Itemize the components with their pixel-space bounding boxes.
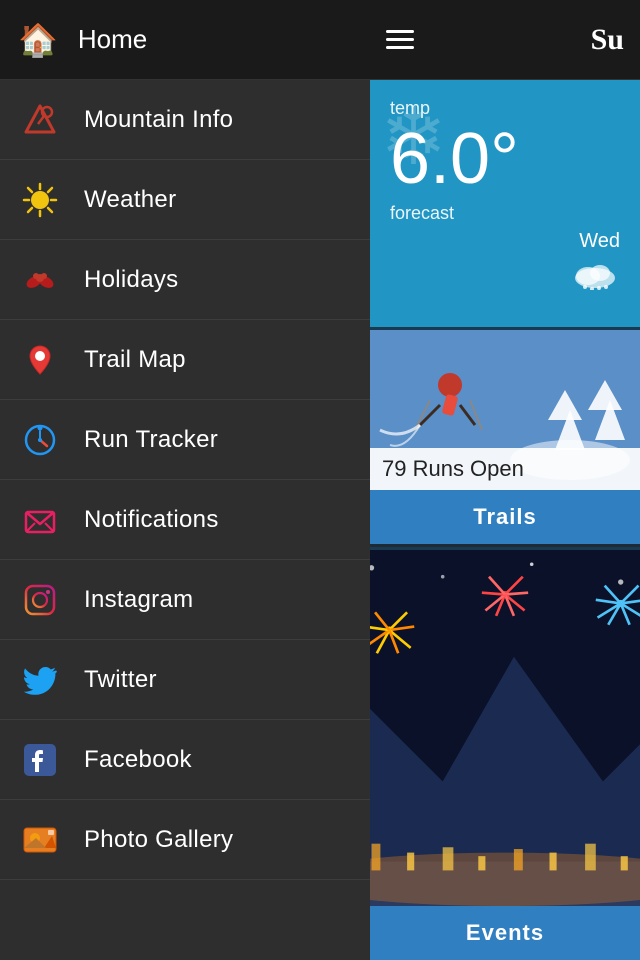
forecast-day: Wed <box>390 230 620 253</box>
sidebar-item-instagram[interactable]: Instagram <box>0 560 370 640</box>
events-button[interactable]: Events <box>370 906 640 960</box>
home-icon: 🏠 <box>18 21 58 59</box>
main-content: Mountain Info Weather <box>0 80 640 960</box>
sidebar-item-facebook[interactable]: Facebook <box>0 720 370 800</box>
photo-gallery-icon <box>18 818 62 862</box>
sidebar-label-run-tracker: Run Tracker <box>84 426 218 454</box>
sidebar-label-notifications: Notifications <box>84 506 219 534</box>
trails-scene-image: 79 Runs Open <box>370 330 640 490</box>
sidebar-item-mountain-info[interactable]: Mountain Info <box>0 80 370 160</box>
holidays-icon <box>18 258 62 302</box>
temp-value: 6.0° <box>390 123 620 195</box>
trail-map-icon <box>18 338 62 382</box>
trails-button[interactable]: Trails <box>370 490 640 544</box>
sidebar-label-weather: Weather <box>84 186 176 214</box>
run-tracker-icon <box>18 418 62 462</box>
instagram-icon <box>18 578 62 622</box>
trails-button-label: Trails <box>473 504 536 530</box>
sidebar-label-mountain-info: Mountain Info <box>84 106 233 134</box>
sidebar-item-twitter[interactable]: Twitter <box>0 640 370 720</box>
weather-card: ❄ temp 6.0° forecast Wed <box>370 80 640 330</box>
sidebar-item-notifications[interactable]: Notifications <box>0 480 370 560</box>
sidebar-label-holidays: Holidays <box>84 266 178 294</box>
cloud-icon <box>390 257 620 299</box>
forecast-label: forecast <box>390 203 620 224</box>
brand-logo: Su <box>591 23 624 57</box>
events-scene-image <box>370 550 640 906</box>
sidebar-label-instagram: Instagram <box>84 586 193 614</box>
events-button-label: Events <box>466 920 544 946</box>
sidebar-label-twitter: Twitter <box>84 666 157 694</box>
sidebar-item-run-tracker[interactable]: Run Tracker <box>0 400 370 480</box>
header-home-area: 🏠 Home <box>0 21 370 59</box>
events-card: Events <box>370 550 640 960</box>
sidebar-item-trail-map[interactable]: Trail Map <box>0 320 370 400</box>
facebook-icon <box>18 738 62 782</box>
notifications-icon <box>18 498 62 542</box>
weather-icon <box>18 178 62 222</box>
twitter-icon <box>18 658 62 702</box>
header: 🏠 Home Su <box>0 0 640 80</box>
sidebar-item-weather[interactable]: Weather <box>0 160 370 240</box>
home-label: Home <box>78 24 147 55</box>
right-panel: ❄ temp 6.0° forecast Wed <box>370 80 640 960</box>
header-right: Su <box>370 23 640 57</box>
sidebar-item-holidays[interactable]: Holidays <box>0 240 370 320</box>
sidebar-nav: Mountain Info Weather <box>0 80 370 960</box>
sidebar-label-photo-gallery: Photo Gallery <box>84 826 233 854</box>
temp-label: temp <box>390 98 620 119</box>
sidebar-label-facebook: Facebook <box>84 746 192 774</box>
hamburger-menu-icon[interactable] <box>386 30 414 49</box>
mountain-info-icon <box>18 98 62 142</box>
sidebar-item-photo-gallery[interactable]: Photo Gallery <box>0 800 370 880</box>
sidebar-label-trail-map: Trail Map <box>84 346 186 374</box>
runs-open-label: 79 Runs Open <box>370 448 640 490</box>
trails-card: 79 Runs Open Trails <box>370 330 640 550</box>
